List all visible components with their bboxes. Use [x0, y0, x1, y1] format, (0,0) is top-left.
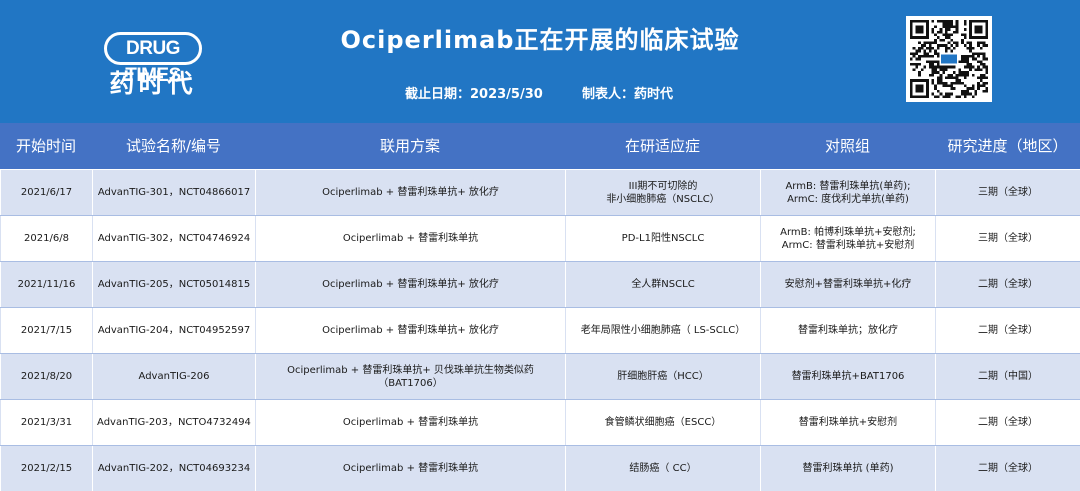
table-row: 2021/7/15 AdvanTIG-204，NCT04952597 Ociperl… — [0, 307, 1080, 354]
cell-start-date: 2021/6/8 — [0, 215, 93, 262]
logo-wordmark: DRUG TIMES — [104, 32, 202, 86]
trials-table: 2021/6/17 AdvanTIG-301，NCT04866017 Ociperl… — [0, 169, 1080, 491]
cutoff-date: 截止日期：2023/5/30 — [405, 87, 543, 102]
qr-code-icon — [906, 16, 992, 102]
cell-trial-name: AdvanTIG-301，NCT04866017 — [92, 169, 256, 216]
cell-control-group: 替雷利珠单抗+BAT1706 — [760, 353, 936, 400]
cell-start-date: 2021/8/20 — [0, 353, 93, 400]
cell-progress: 三期（全球） — [935, 215, 1080, 262]
page-title: Ociperlimab正在开展的临床试验 — [340, 26, 740, 54]
cell-progress: 二期（全球） — [935, 307, 1080, 354]
cell-start-date: 2021/6/17 — [0, 169, 93, 216]
cell-regimen: Ociperlimab + 替雷利珠单抗+ 放化疗 — [255, 261, 566, 308]
cell-trial-name: AdvanTIG-205，NCT05014815 — [92, 261, 256, 308]
cell-progress: 二期（全球） — [935, 399, 1080, 446]
cell-regimen: Ociperlimab + 替雷利珠单抗 — [255, 445, 566, 491]
table-row: 2021/3/31 AdvanTIG-203，NCTO4732494 Ociperl… — [0, 399, 1080, 446]
cell-indication: 肝细胞肝癌（HCC） — [565, 353, 761, 400]
cell-start-date: 2021/2/15 — [0, 445, 93, 491]
cell-progress: 二期（全球） — [935, 445, 1080, 491]
col-header-start-date: 开始时间 — [15, 137, 76, 155]
cell-control-group: 替雷利珠单抗；放化疗 — [760, 307, 936, 354]
cell-indication: 食管鳞状细胞癌（ESCC） — [565, 399, 761, 446]
table-header: 开始时间 试验名称/编号 联用方案 在研适应症 对照组 研究进度（地区） — [0, 123, 1080, 169]
cell-indication: 老年局限性小细胞肺癌（ LS-SCLC） — [565, 307, 761, 354]
col-header-progress: 研究进度（地区） — [947, 137, 1068, 155]
logo-chinese: 药时代 — [109, 69, 197, 98]
cell-trial-name: AdvanTIG-203，NCTO4732494 — [92, 399, 256, 446]
drug-times-logo: DRUG TIMES 药时代 — [104, 32, 202, 98]
cell-regimen: Ociperlimab + 替雷利珠单抗+ 贝伐珠单抗生物类似药（BAT1706… — [255, 353, 566, 400]
cell-regimen: Ociperlimab + 替雷利珠单抗+ 放化疗 — [255, 169, 566, 216]
cell-progress: 三期（全球） — [935, 169, 1080, 216]
cell-start-date: 2021/3/31 — [0, 399, 93, 446]
table-row: 2021/6/17 AdvanTIG-301，NCT04866017 Ociperl… — [0, 169, 1080, 216]
cell-trial-name: AdvanTIG-302，NCT04746924 — [92, 215, 256, 262]
table-row: 2021/8/20 AdvanTIG-206 Ociperlimab + 替雷利珠单… — [0, 353, 1080, 400]
table-row: 2021/2/15 AdvanTIG-202，NCT04693234 Ociperl… — [0, 445, 1080, 491]
cell-progress: 二期（中国） — [935, 353, 1080, 400]
cell-control-group: ArmB: 帕博利珠单抗+安慰剂; ArmC: 替雷利珠单抗+安慰剂 — [760, 215, 936, 262]
cell-indication: 全人群NSCLC — [565, 261, 761, 308]
col-header-control: 对照组 — [824, 137, 870, 155]
cell-indication: PD-L1阳性NSCLC — [565, 215, 761, 262]
table-maker: 制表人：药时代 — [582, 87, 674, 102]
cell-control-group: 替雷利珠单抗 (单药) — [760, 445, 936, 491]
cell-regimen: Ociperlimab + 替雷利珠单抗+ 放化疗 — [255, 307, 566, 354]
col-header-trial-name: 试验名称/编号 — [125, 137, 222, 155]
table-row: 2021/6/8 AdvanTIG-302，NCT04746924 Ociperli… — [0, 215, 1080, 262]
cell-regimen: Ociperlimab + 替雷利珠单抗 — [255, 399, 566, 446]
cell-trial-name: AdvanTIG-206 — [92, 353, 256, 400]
cell-start-date: 2021/11/16 — [0, 261, 93, 308]
cell-trial-name: AdvanTIG-202，NCT04693234 — [92, 445, 256, 491]
col-header-indication: 在研适应症 — [624, 137, 700, 155]
cell-progress: 二期（全球） — [935, 261, 1080, 308]
cell-indication: III期不可切除的 非小细胞肺癌（NSCLC） — [565, 169, 761, 216]
cell-control-group: ArmB: 替雷利珠单抗(单药); ArmC: 度伐利尤单抗(单药) — [760, 169, 936, 216]
cell-control-group: 替雷利珠单抗+安慰剂 — [760, 399, 936, 446]
col-header-regimen: 联用方案 — [379, 137, 440, 155]
cell-control-group: 安慰剂+替雷利珠单抗+化疗 — [760, 261, 936, 308]
cell-regimen: Ociperlimab + 替雷利珠单抗 — [255, 215, 566, 262]
cell-trial-name: AdvanTIG-204，NCT04952597 — [92, 307, 256, 354]
header-banner: DRUG TIMES 药时代 Ociperlimab正在开展的临床试验 截止日期… — [0, 0, 1080, 123]
table-row: 2021/11/16 AdvanTIG-205，NCT05014815 Ociper… — [0, 261, 1080, 308]
cell-start-date: 2021/7/15 — [0, 307, 93, 354]
cell-indication: 结肠癌（ CC） — [565, 445, 761, 491]
